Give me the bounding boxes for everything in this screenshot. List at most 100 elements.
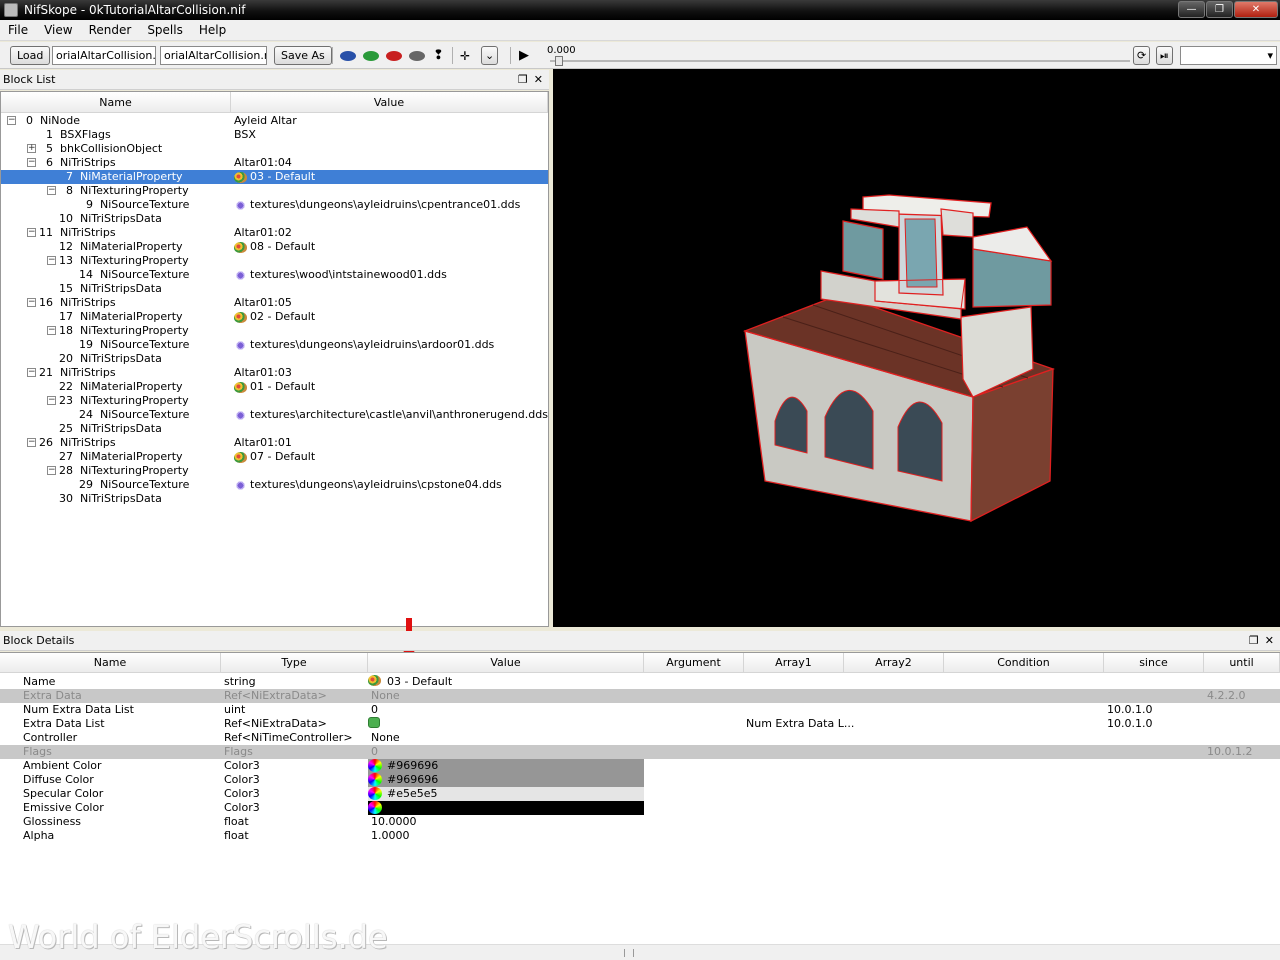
details-row[interactable]: Specular Color Color3 #e5e5e5 [0,787,1280,801]
details-row[interactable]: Ambient Color Color3 #969696 [0,759,1280,773]
view-green-icon[interactable] [363,46,379,65]
tree-row[interactable]: −13 NiTexturingProperty [1,254,548,268]
view-dropdown-button[interactable]: ⌄ [481,46,499,65]
details-row[interactable]: Glossiness float 10.0000 [0,815,1280,829]
tree-row[interactable]: 25 NiTriStripsData [1,422,548,436]
block-id: 17 [59,310,73,323]
details-header-name[interactable]: Name [0,653,221,673]
details-header-until[interactable]: until [1204,653,1280,673]
menu-view[interactable]: View [36,23,80,37]
details-header-condition[interactable]: Condition [944,653,1104,673]
loop-icon: ⟳ [1137,49,1147,62]
field-type: Ref<NiTimeController> [224,731,353,744]
tree-row[interactable]: 20 NiTriStripsData [1,352,548,366]
tree-row[interactable]: −8 NiTexturingProperty [1,184,548,198]
tree-row[interactable]: 10 NiTriStripsData [1,212,548,226]
details-header-array2[interactable]: Array2 [844,653,944,673]
tree-row[interactable]: 24 NiSourceTexture textures\architecture\c… [1,408,548,422]
details-header-array1[interactable]: Array1 [744,653,844,673]
minimize-button[interactable]: — [1178,1,1205,18]
tree-row[interactable]: −21 NiTriStrips Altar01:03 [1,366,548,380]
details-row[interactable]: Num Extra Data List uint 0 10.0.1.0 [0,703,1280,717]
color-swatch[interactable] [368,801,644,815]
block-value: 02 - Default [250,310,316,323]
field-value: 10.0000 [371,815,417,828]
block-name: NiTriStrips [60,436,116,449]
details-row[interactable]: Emissive Color Color3 [0,801,1280,815]
tree-row[interactable]: 19 NiSourceTexture textures\dungeons\aylei… [1,338,548,352]
details-header-since[interactable]: since [1104,653,1204,673]
details-header-argument[interactable]: Argument [644,653,744,673]
footprints-icon[interactable]: ❢ [433,46,444,65]
float-panel-icon[interactable]: ❐ [1249,634,1259,647]
tree-row[interactable]: 27 NiMaterialProperty 07 - Default [1,450,548,464]
tree-row[interactable]: 22 NiMaterialProperty 01 - Default [1,380,548,394]
tree-row[interactable]: −16 NiTriStrips Altar01:05 [1,296,548,310]
save-path-input[interactable]: orialAltarCollision.nif [160,46,267,65]
load-path-input[interactable]: orialAltarCollision.nif [52,46,156,65]
tree-row[interactable]: −28 NiTexturingProperty [1,464,548,478]
column-header-name[interactable]: Name [1,92,231,113]
tree-row[interactable]: −11 NiTriStrips Altar01:02 [1,226,548,240]
block-details-table[interactable]: Name Type Value Argument Array1 Array2 C… [0,652,1280,960]
tree-row[interactable]: 9 NiSourceTexture textures\dungeons\ayleid… [1,198,548,212]
tree-row[interactable]: 15 NiTriStripsData [1,282,548,296]
block-list-tree[interactable]: Name Value −0 NiNode Ayleid Altar 1 BSXFlags… [0,91,549,627]
block-id: 23 [59,394,73,407]
close-panel-icon[interactable]: ✕ [1265,634,1274,647]
details-row[interactable]: Extra Data List Ref<NiExtraData> Num Extra… [0,717,1280,731]
tree-row[interactable]: −0 NiNode Ayleid Altar [1,114,548,128]
axes-icon[interactable]: ✛ [460,46,470,65]
field-since: 10.0.1.0 [1107,703,1153,716]
animation-select[interactable]: ▾ [1180,46,1277,65]
block-name: NiTriStrips [60,366,116,379]
time-slider-handle[interactable] [555,56,563,66]
view-red-icon[interactable] [386,46,402,65]
block-name: NiTriStrips [60,226,116,239]
details-row[interactable]: Name string 03 - Default [0,675,1280,689]
details-row[interactable]: Alpha float 1.0000 [0,829,1280,843]
details-row[interactable]: Extra Data Ref<NiExtraData> None 4.2.2.0 [0,689,1280,703]
menu-help[interactable]: Help [191,23,234,37]
tree-row[interactable]: 14 NiSourceTexture textures\wood\intstaine… [1,268,548,282]
details-row[interactable]: Diffuse Color Color3 #969696 [0,773,1280,787]
play-button[interactable]: ▶ [519,46,529,65]
view-blue-icon[interactable] [340,46,356,65]
load-button[interactable]: Load [10,46,51,65]
view-grey-icon[interactable] [409,46,425,65]
tree-row[interactable]: −26 NiTriStrips Altar01:01 [1,436,548,450]
details-row[interactable]: Flags Flags 0 10.0.1.2 [0,745,1280,759]
menu-file[interactable]: File [0,23,36,37]
block-name: NiTriStripsData [80,352,162,365]
render-viewport[interactable] [553,69,1280,627]
tree-row[interactable]: −23 NiTexturingProperty [1,394,548,408]
save-as-button[interactable]: Save As [274,46,332,65]
close-panel-icon[interactable]: ✕ [534,73,543,86]
column-header-value[interactable]: Value [231,92,548,113]
tree-row[interactable]: 1 BSXFlags BSX [1,128,548,142]
menu-spells[interactable]: Spells [139,23,191,37]
details-header-type[interactable]: Type [221,653,368,673]
block-value: Altar01:04 [234,156,292,169]
details-header-value[interactable]: Value [368,653,644,673]
details-row[interactable]: Controller Ref<NiTimeController> None [0,731,1280,745]
float-panel-icon[interactable]: ❐ [518,73,528,86]
tree-row[interactable]: 12 NiMaterialProperty 08 - Default [1,240,548,254]
tree-row[interactable]: 29 NiSourceTexture textures\dungeons\aylei… [1,478,548,492]
block-name: NiTexturingProperty [80,464,189,477]
tree-row[interactable]: 30 NiTriStripsData [1,492,548,506]
menu-render[interactable]: Render [81,23,140,37]
loop-button[interactable]: ⟳ [1133,46,1151,65]
switch-button[interactable]: ⏯ [1156,46,1173,65]
tree-row[interactable]: 7 NiMaterialProperty 03 - Default [1,170,548,184]
tree-row[interactable]: −18 NiTexturingProperty [1,324,548,338]
tree-row[interactable]: −6 NiTriStrips Altar01:04 [1,156,548,170]
tree-row[interactable]: +5 bhkCollisionObject [1,142,548,156]
time-slider-track[interactable] [550,60,1130,62]
block-id: 19 [79,338,93,351]
block-id: 11 [39,226,53,239]
maximize-button[interactable]: ❐ [1206,1,1233,18]
altar-model [742,194,1055,523]
tree-row[interactable]: 17 NiMaterialProperty 02 - Default [1,310,548,324]
close-button[interactable]: ✕ [1234,1,1278,18]
